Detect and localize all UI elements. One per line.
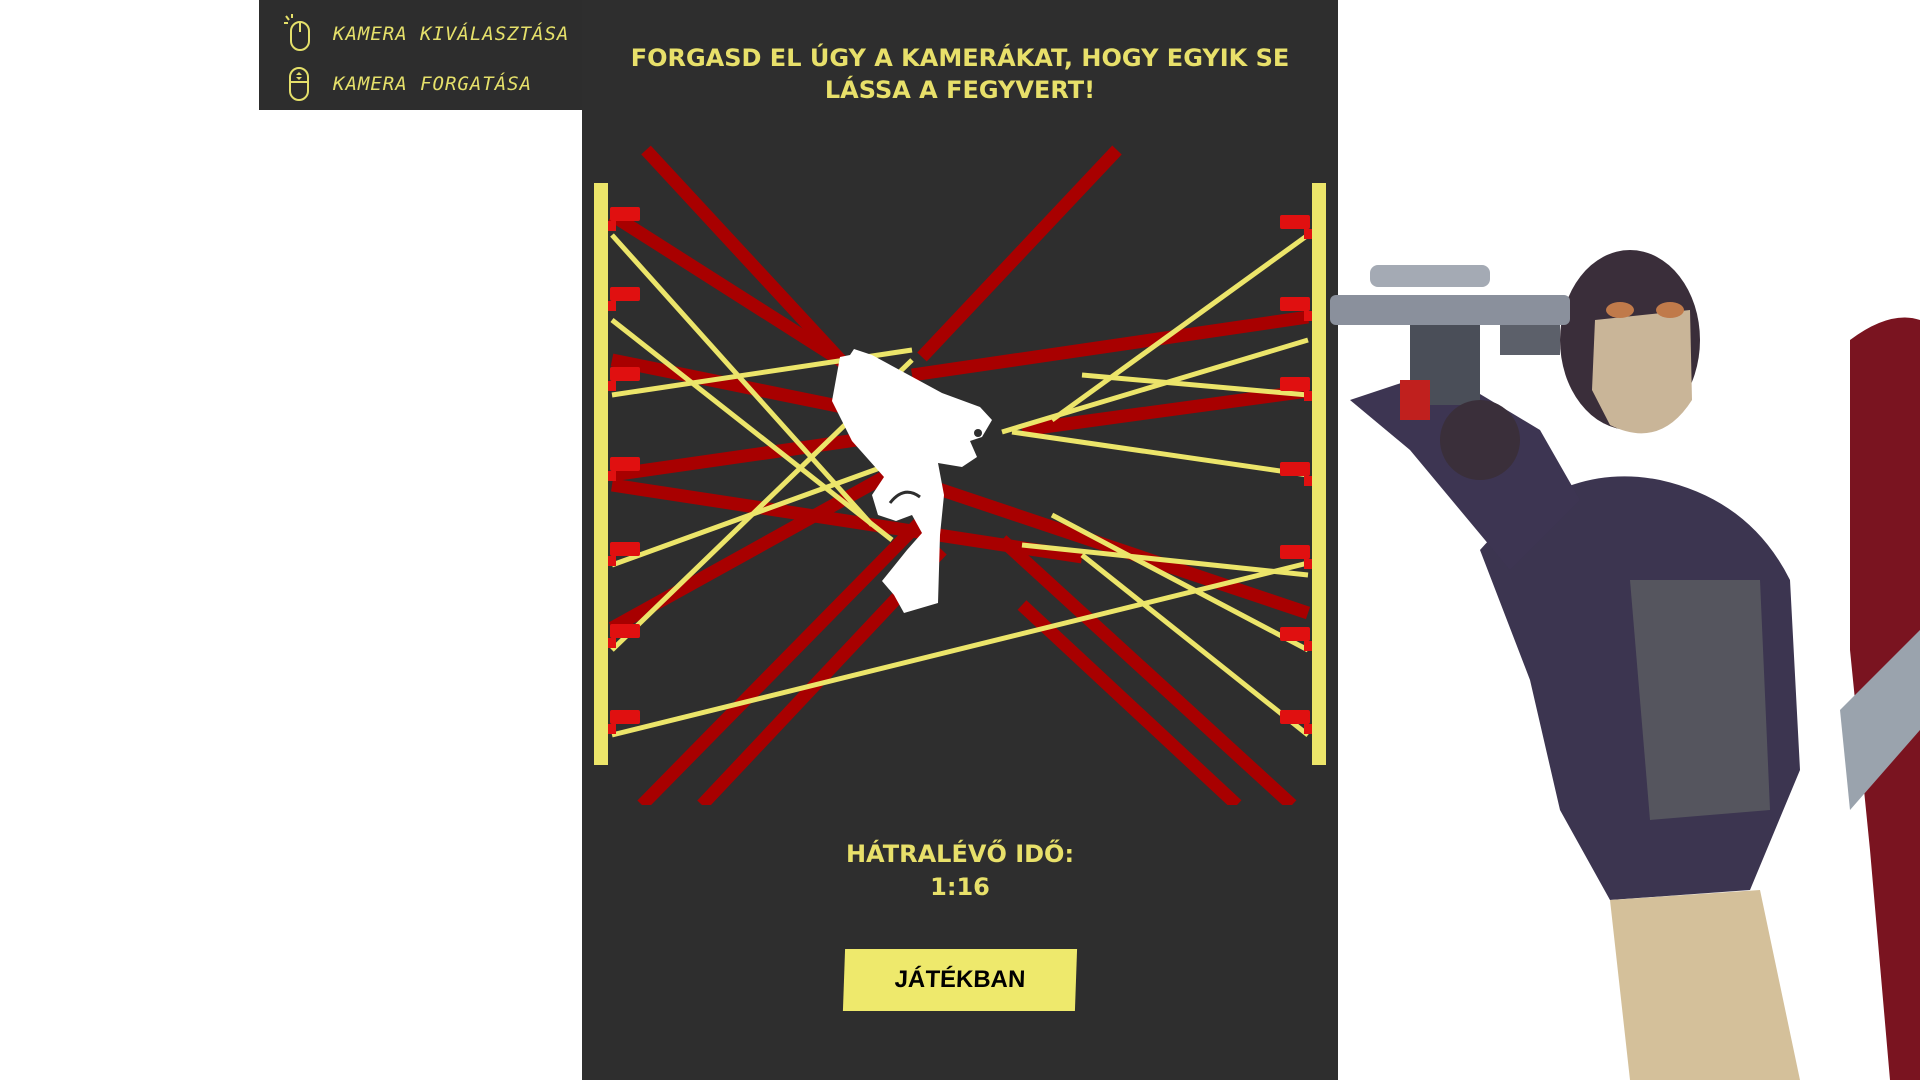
mouse-left-click-icon	[284, 14, 310, 51]
control-select-camera: KAMERA KIVÁLASZTÁSA	[283, 14, 569, 54]
camera-board	[594, 145, 1326, 805]
camera-icon[interactable]	[608, 287, 640, 311]
camera-beam	[911, 310, 1309, 382]
cameras-right	[1280, 215, 1312, 734]
camera-icon[interactable]	[1280, 627, 1312, 651]
camera-beam	[637, 505, 937, 805]
pistol-icon	[832, 349, 992, 613]
instruction-text: FORGASD EL ÚGY A KAMERÁKAT, HOGY EGYIK S…	[630, 44, 1290, 104]
camera-beam	[917, 145, 1122, 362]
camera-icon[interactable]	[1280, 215, 1312, 239]
control-rotate-camera: KAMERA FORGATÁSA	[283, 64, 532, 104]
mouse-scroll-icon	[289, 67, 309, 101]
camera-icon[interactable]	[1280, 462, 1312, 486]
status-button[interactable]: JÁTÉKBAN	[842, 949, 1078, 1011]
camera-beam	[1017, 600, 1242, 805]
game-panel: FORGASD EL ÚGY A KAMERÁKAT, HOGY EGYIK S…	[582, 0, 1338, 1080]
camera-beam	[610, 233, 874, 527]
timer-value: 1:16	[930, 873, 990, 901]
camera-icon[interactable]	[1280, 710, 1312, 734]
camera-icon[interactable]	[608, 624, 640, 648]
camera-icon[interactable]	[608, 367, 640, 391]
controls-hint-panel: KAMERA KIVÁLASZTÁSA KAMERA FORGATÁSA	[259, 0, 582, 110]
right-wall	[1312, 183, 1326, 765]
camera-beam	[1050, 512, 1310, 653]
left-wall	[594, 183, 608, 765]
cameras-left	[608, 207, 640, 734]
character-illustration	[1330, 250, 1920, 1080]
camera-beam	[1011, 429, 1309, 478]
control-label: KAMERA KIVÁLASZTÁSA	[333, 23, 570, 45]
legs	[1610, 890, 1800, 1080]
timer-label: HÁTRALÉVŐ IDŐ:	[845, 840, 1075, 868]
camera-beam	[1081, 372, 1309, 398]
control-label: KAMERA FORGATÁSA	[333, 73, 533, 95]
